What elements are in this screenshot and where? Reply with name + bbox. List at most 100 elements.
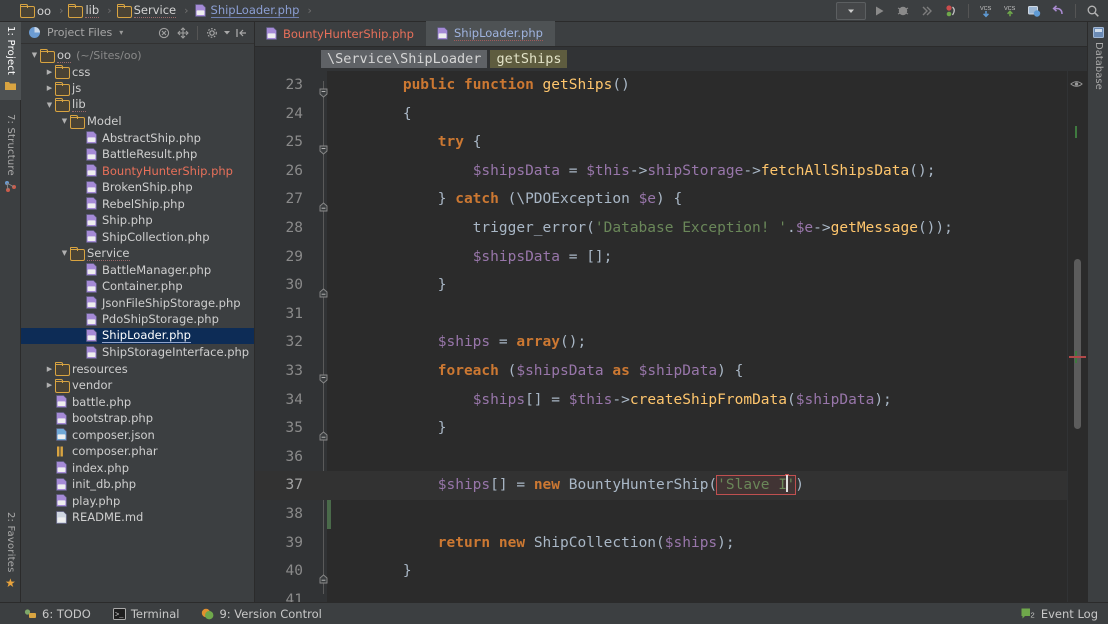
code-line[interactable]: 27 } catch (\PDOException $e) { [255,185,1087,214]
chevron-right-icon[interactable]: ▶ [44,66,55,77]
vcs-update-icon[interactable]: VCS [975,2,997,20]
tree-row[interactable]: ▶ vendor [21,377,254,394]
breadcrumb-item[interactable]: Service [116,3,183,18]
code-line[interactable]: 23 public function getShips() [255,71,1087,100]
sidebar-item-structure[interactable]: 7: Structure [0,110,21,202]
tree-row[interactable]: bootstrap.php [21,410,254,427]
code-line[interactable]: 30 } [255,271,1087,300]
chevron-down-icon[interactable]: ▾ [119,28,123,37]
code-line[interactable]: 26 $shipsData = $this->shipStorage->fetc… [255,157,1087,186]
tree-row[interactable]: BattleResult.php [21,146,254,163]
tree-row[interactable]: BrokenShip.php [21,179,254,196]
code-line[interactable]: 25 try { [255,128,1087,157]
tree-row[interactable]: ▼ Model [21,113,254,130]
code-error-highlight[interactable]: 'Slave I' [716,475,797,496]
fold-expand-icon[interactable] [319,194,328,212]
code-line[interactable]: 24 { [255,100,1087,129]
tree-row[interactable]: ▶ css [21,64,254,81]
code-line[interactable]: 28 trigger_error('Database Exception! '.… [255,214,1087,243]
chevron-right-icon[interactable]: ▶ [44,83,55,94]
code-line[interactable]: 37 $ships[] = new BountyHunterShip('Slav… [255,471,1087,500]
tree-row[interactable]: ▶ js [21,80,254,97]
hide-panel-icon[interactable] [232,24,250,42]
code-line[interactable]: 35 } [255,414,1087,443]
fold-collapse-icon[interactable] [319,366,328,384]
breadcrumb-item[interactable]: oo [20,4,57,18]
tree-row[interactable]: RebelShip.php [21,196,254,213]
fold-collapse-icon[interactable] [319,80,328,98]
tree-row[interactable]: play.php [21,493,254,510]
code-line[interactable]: 31 [255,300,1087,329]
run-with-coverage-icon[interactable] [916,2,938,20]
tree-row-selected[interactable]: ShipLoader.php [21,327,254,344]
chevron-right-icon[interactable]: ▶ [44,380,55,391]
error-marker[interactable] [1069,356,1086,358]
tree-row[interactable]: ▼ lib [21,97,254,114]
breadcrumb-item[interactable]: ShipLoader.php [194,3,306,18]
tree-row[interactable]: composer.phar [21,443,254,460]
fold-expand-icon[interactable] [319,423,328,441]
scroll-from-source-icon[interactable] [174,24,192,42]
code-line[interactable]: 32 $ships = array(); [255,328,1087,357]
run-icon[interactable] [868,2,890,20]
status-item-event-log[interactable]: 2 Event Log [1021,607,1098,621]
settings-dropdown-caret-icon[interactable] [222,24,231,42]
tree-row[interactable]: PdoShipStorage.php [21,311,254,328]
chevron-down-icon[interactable]: ▼ [44,99,55,110]
fold-expand-icon[interactable] [319,280,328,298]
sidebar-item-database[interactable]: Database [1088,22,1108,90]
editor-breadcrumb-method[interactable]: getShips [490,50,568,68]
code-lines[interactable]: 23 public function getShips() 24 {25 try … [255,71,1087,602]
editor-scrollbar-thumb[interactable] [1074,259,1081,429]
sync-icon[interactable] [1023,2,1045,20]
tree-row[interactable]: index.php [21,460,254,477]
fold-collapse-icon[interactable] [319,137,328,155]
eye-icon[interactable] [1070,79,1083,89]
tree-row[interactable]: init_db.php [21,476,254,493]
code-line[interactable]: 39 return new ShipCollection($ships); [255,529,1087,558]
chevron-down-icon[interactable]: ▼ [59,116,70,127]
sidebar-item-project[interactable]: 1: Project [0,22,21,100]
code-line[interactable]: 41 [255,586,1087,602]
tree-row[interactable]: battle.php [21,394,254,411]
tree-row[interactable]: AbstractShip.php [21,130,254,147]
status-item-terminal[interactable]: >_ Terminal [112,607,179,621]
search-everywhere-icon[interactable] [1082,2,1104,20]
project-file-tree[interactable]: ▼ oo (~/Sites/oo) ▶ css ▶ js ▼ lib ▼ Model Abstract… [21,44,254,602]
breadcrumb-item[interactable]: lib [68,3,105,18]
collapse-all-icon[interactable] [155,24,173,42]
vcs-commit-icon[interactable]: VCS [999,2,1021,20]
tree-row[interactable]: BattleManager.php [21,262,254,279]
code-editor[interactable]: 23 public function getShips() 24 {25 try … [255,71,1087,602]
editor-tab[interactable]: ShipLoader.php [425,21,555,46]
tree-row[interactable]: Ship.php [21,212,254,229]
chevron-down-icon[interactable]: ▼ [59,248,70,259]
code-line[interactable]: 40 } [255,557,1087,586]
undo-icon[interactable] [1047,2,1069,20]
tree-row[interactable]: JsonFileShipStorage.php [21,295,254,312]
tree-row[interactable]: README.md [21,509,254,526]
code-line[interactable]: 33 foreach ($shipsData as $shipData) { [255,357,1087,386]
editor-marker-lane[interactable] [1067,71,1087,602]
tree-row[interactable]: ShipCollection.php [21,229,254,246]
chevron-down-icon[interactable]: ▼ [29,50,40,61]
settings-gear-icon[interactable] [203,24,221,42]
status-item-todo[interactable]: 6: TODO [24,607,91,621]
tree-row[interactable]: composer.json [21,427,254,444]
profile-icon[interactable] [940,2,962,20]
sidebar-item-favorites[interactable]: 2: Favorites ★ [0,508,21,600]
tree-row[interactable]: ShipStorageInterface.php [21,344,254,361]
tree-row[interactable]: ▼ oo (~/Sites/oo) [21,47,254,64]
tree-row[interactable]: Container.php [21,278,254,295]
debug-icon[interactable] [892,2,914,20]
code-line[interactable]: 34 $ships[] = $this->createShipFromData(… [255,386,1087,415]
editor-breadcrumb-class[interactable]: \Service\ShipLoader [321,50,488,68]
tree-row[interactable]: BountyHunterShip.php [21,163,254,180]
run-config-dropdown[interactable] [836,2,866,20]
editor-tab[interactable]: BountyHunterShip.php [255,21,426,46]
chevron-right-icon[interactable]: ▶ [44,363,55,374]
code-line[interactable]: 36 [255,443,1087,472]
code-line[interactable]: 29 $shipsData = []; [255,243,1087,272]
tree-row[interactable]: ▼ Service [21,245,254,262]
status-item-version-control[interactable]: 9: Version Control [201,607,322,621]
